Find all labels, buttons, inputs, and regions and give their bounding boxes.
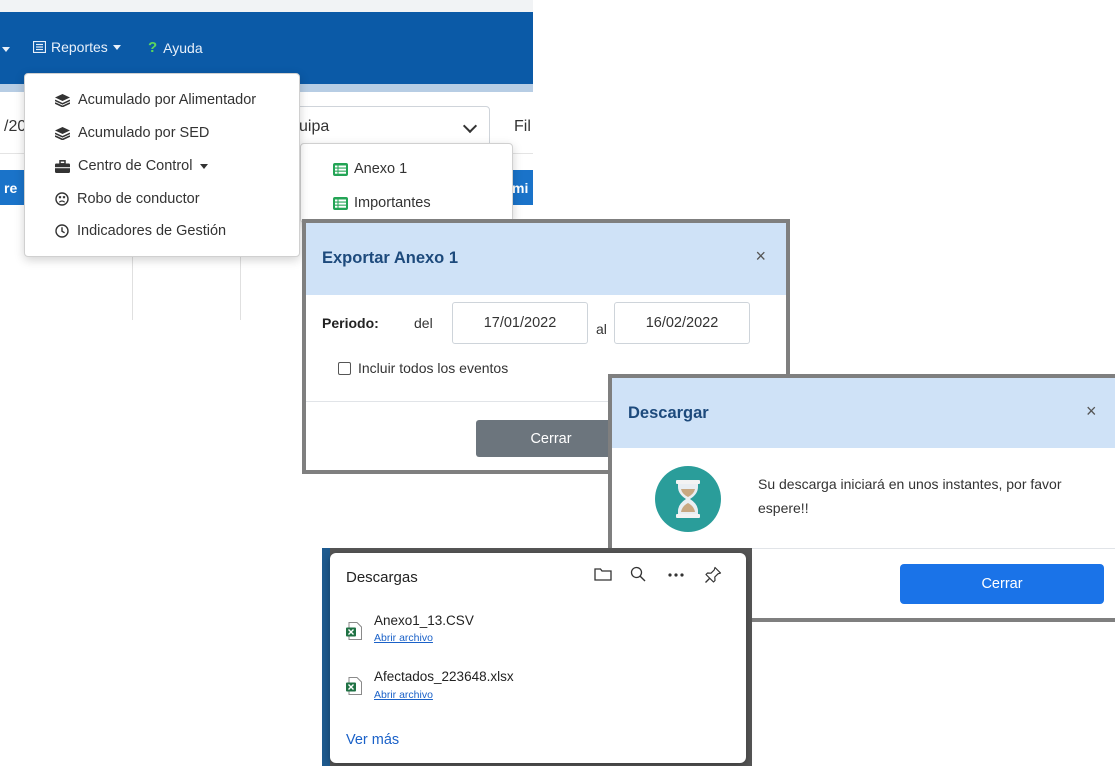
- menu-item-label: Acumulado por Alimentador: [78, 92, 257, 108]
- include-all-events-checkbox[interactable]: Incluir todos los eventos: [338, 360, 508, 376]
- downloads-panel: Descargas Anexo1_13.CSV Abrir archivo Af…: [330, 553, 746, 763]
- modal-header: Exportar Anexo 1 ×: [306, 223, 786, 295]
- close-icon[interactable]: ×: [1086, 402, 1097, 420]
- modal-title: Descargar: [628, 404, 709, 422]
- cerrar-button[interactable]: Cerrar: [900, 564, 1104, 604]
- date-to-input[interactable]: 16/02/2022: [614, 302, 750, 344]
- excel-file-icon: [346, 622, 362, 640]
- menu-item-robo-conductor[interactable]: Robo de conductor: [55, 191, 200, 207]
- reportes-dropdown: Acumulado por Alimentador Acumulado por …: [24, 73, 300, 257]
- download-file-name: Anexo1_13.CSV: [374, 613, 474, 628]
- open-file-link[interactable]: Abrir archivo: [374, 689, 433, 701]
- date-from-input[interactable]: 17/01/2022: [452, 302, 588, 344]
- search-icon[interactable]: [630, 566, 646, 582]
- downloads-title: Descargas: [346, 569, 418, 586]
- date-input-partial[interactable]: /20: [4, 118, 26, 136]
- table-icon: [333, 162, 348, 176]
- layers-icon: [55, 126, 70, 140]
- browser-top-strip: [0, 0, 533, 12]
- layers-icon: [55, 93, 70, 107]
- download-message: Su descarga iniciará en unos instantes, …: [758, 476, 1062, 516]
- table-header-cell: re: [4, 180, 18, 196]
- report-list-icon: [33, 41, 46, 53]
- caret-left-partial[interactable]: [2, 39, 10, 55]
- menu-item-label: Centro de Control: [78, 158, 193, 174]
- filter-label-partial: Fil: [514, 118, 531, 135]
- chevron-down-icon: [112, 44, 121, 50]
- table-header-cell: mi: [512, 180, 529, 196]
- menu-item-label: Indicadores de Gestión: [77, 223, 227, 239]
- submenu-item-anexo1[interactable]: Anexo 1: [333, 161, 407, 177]
- include-all-events-label: Incluir todos los eventos: [358, 360, 509, 376]
- pin-icon[interactable]: [704, 566, 722, 584]
- location-select-value: uipa: [299, 118, 330, 135]
- modal-title: Exportar Anexo 1: [322, 249, 459, 267]
- menu-item-indicadores-gestion[interactable]: Indicadores de Gestión: [55, 223, 226, 239]
- hourglass-icon: [655, 466, 721, 532]
- checkbox-box[interactable]: [338, 361, 351, 375]
- more-options-icon[interactable]: [668, 573, 684, 577]
- menu-item-label: Robo de conductor: [77, 191, 200, 207]
- nav-reportes[interactable]: Reportes: [33, 39, 121, 55]
- help-icon: ?: [148, 39, 158, 56]
- sad-face-icon: [55, 192, 69, 206]
- download-file-name: Afectados_223648.xlsx: [374, 669, 514, 684]
- submenu-item-importantes[interactable]: Importantes: [333, 195, 431, 211]
- background-strip: [322, 548, 330, 766]
- nav-ayuda-label: Ayuda: [163, 39, 203, 56]
- chevron-down-icon: [462, 118, 478, 134]
- table-icon: [333, 196, 348, 210]
- menu-item-label: Acumulado por SED: [78, 125, 210, 141]
- modal-header: Descargar ×: [612, 378, 1115, 448]
- menu-item-centro-control[interactable]: Centro de Control: [55, 158, 209, 174]
- menu-item-acumulado-alimentador[interactable]: Acumulado por Alimentador: [55, 92, 256, 108]
- menu-item-acumulado-sed[interactable]: Acumulado por SED: [55, 125, 209, 141]
- close-icon[interactable]: ×: [755, 247, 766, 265]
- nav-reportes-label: Reportes: [51, 39, 108, 55]
- excel-file-icon: [346, 677, 362, 695]
- periodo-label: Periodo:: [322, 315, 379, 331]
- open-file-link[interactable]: Abrir archivo: [374, 632, 433, 644]
- al-label: al: [596, 321, 607, 337]
- submenu-item-label: Anexo 1: [354, 161, 408, 177]
- submenu-item-label: Importantes: [354, 195, 431, 211]
- centro-control-submenu: Anexo 1 Importantes: [300, 143, 513, 223]
- folder-icon[interactable]: [594, 566, 612, 582]
- clock-icon: [55, 224, 69, 238]
- chevron-down-icon: [200, 163, 209, 169]
- nav-ayuda[interactable]: ? Ayuda: [148, 39, 203, 56]
- cerrar-button[interactable]: Cerrar: [476, 420, 626, 457]
- see-more-link[interactable]: Ver más: [346, 732, 399, 748]
- briefcase-icon: [55, 159, 70, 173]
- del-label: del: [414, 315, 433, 331]
